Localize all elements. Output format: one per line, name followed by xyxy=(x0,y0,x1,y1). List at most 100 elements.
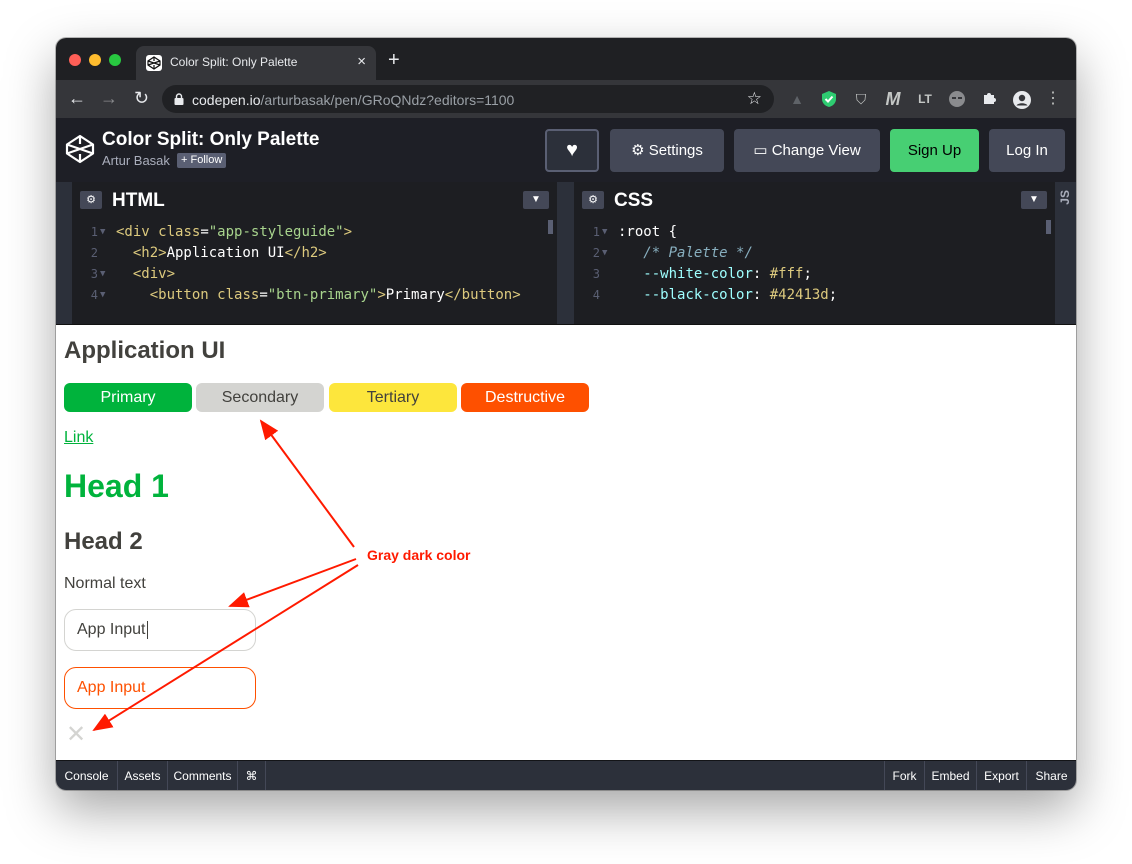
line-number: 1 xyxy=(90,225,98,239)
lock-icon xyxy=(174,92,184,105)
code-tag: </button> xyxy=(444,287,521,303)
codepen-footer: Console Assets Comments ⌘ Fork Embed Exp… xyxy=(56,760,1076,790)
code-tag: <div> xyxy=(132,266,176,282)
js-editor-title: JS xyxy=(1058,190,1072,205)
code-colon: : xyxy=(752,266,770,282)
codepen-header: Color Split: Only Palette Artur Basak + … xyxy=(56,118,1076,182)
extension-triangle-icon[interactable]: ▲ xyxy=(788,90,806,108)
code-selector: :root { xyxy=(618,224,678,240)
close-icon[interactable]: ✕ xyxy=(66,723,86,747)
assets-button[interactable]: Assets xyxy=(118,761,168,790)
maximize-window-button[interactable] xyxy=(109,54,121,66)
html-collapse-chevron-icon[interactable]: ▼ xyxy=(523,191,549,209)
code-attr: class xyxy=(158,224,201,240)
signup-button[interactable]: Sign Up xyxy=(890,129,979,172)
close-window-button[interactable] xyxy=(69,54,81,66)
embed-button[interactable]: Embed xyxy=(924,761,976,790)
follow-button[interactable]: + Follow xyxy=(177,153,227,168)
change-view-button[interactable]: ▭ Change View xyxy=(734,129,880,172)
layout-icon: ▭ xyxy=(753,142,768,159)
heart-button[interactable]: ♥ xyxy=(545,129,599,172)
reload-icon[interactable]: ↻ xyxy=(134,88,149,108)
extension-shield-icon[interactable] xyxy=(820,90,838,108)
extension-text-icon[interactable]: LT xyxy=(916,90,934,108)
extensions-puzzle-icon[interactable] xyxy=(980,90,998,108)
app-input-error-field[interactable]: App Input xyxy=(64,667,256,709)
extension-badge-icon[interactable]: ⛉ xyxy=(852,90,870,108)
tertiary-button[interactable]: Tertiary xyxy=(329,383,457,412)
css-collapse-chevron-icon[interactable]: ▼ xyxy=(1021,191,1047,209)
change-view-label: Change View xyxy=(771,142,861,159)
profile-avatar-icon[interactable] xyxy=(1012,90,1031,109)
code-string: "app-styleguide" xyxy=(208,224,344,240)
code-colon: : xyxy=(752,287,770,303)
editor-divider[interactable] xyxy=(557,182,574,324)
preview-link[interactable]: Link xyxy=(64,429,93,447)
forward-arrow-icon[interactable]: → xyxy=(100,88,118,108)
code-text: <div> xyxy=(116,264,175,285)
code-semicolon: ; xyxy=(803,266,812,282)
code-line: 1 ▼ <div class="app-styleguide"> xyxy=(72,222,557,243)
primary-button[interactable]: Primary xyxy=(64,383,192,412)
fold-arrow-icon: ▼ xyxy=(602,248,608,258)
code-text: <div class="app-styleguide"> xyxy=(116,222,352,243)
preview-heading: Application UI xyxy=(64,337,226,364)
minimize-window-button[interactable] xyxy=(89,54,101,66)
app-input-field[interactable]: App Input xyxy=(64,609,256,651)
css-code[interactable]: 1 ▼:root {2 ▼ /* Palette */3 --white-color… xyxy=(574,222,1055,306)
preview-head-1: Head 1 xyxy=(64,468,169,504)
code-tag: > xyxy=(377,287,386,303)
codepen-logo-icon[interactable] xyxy=(64,133,96,165)
html-code[interactable]: 1 ▼ <div class="app-styleguide"> 2 <h2>Appl… xyxy=(72,222,557,306)
code-eq: = xyxy=(259,287,268,303)
settings-label: Settings xyxy=(648,142,703,159)
code-property: --white-color xyxy=(643,266,753,282)
secondary-button[interactable]: Secondary xyxy=(196,383,324,412)
code-text: <button class="btn-primary">Primary</but… xyxy=(116,285,521,306)
css-editor-title: CSS xyxy=(614,190,654,211)
fork-button[interactable]: Fork xyxy=(884,761,924,790)
css-editor[interactable]: ⚙ CSS ▼ 1 ▼:root {2 ▼ /* Palette */3 --whi… xyxy=(574,182,1055,324)
code-line: 3 --white-color: #fff; xyxy=(574,264,1055,285)
line-number: 3 xyxy=(592,267,600,281)
tab-title: Color Split: Only Palette xyxy=(170,55,298,69)
code-tag: </h2> xyxy=(284,245,327,261)
new-tab-button[interactable]: + xyxy=(388,50,400,70)
code-line: 4 --black-color: #42413d; xyxy=(574,285,1055,306)
login-button[interactable]: Log In xyxy=(989,129,1065,172)
app-input-value: App Input xyxy=(77,621,146,638)
browser-tab[interactable]: Color Split: Only Palette × xyxy=(136,46,376,80)
bookmark-star-icon[interactable]: ☆ xyxy=(747,89,762,109)
code-semicolon: ; xyxy=(828,287,838,303)
preview-head-2: Head 2 xyxy=(64,528,143,555)
code-text: /* Palette */ xyxy=(618,243,753,264)
html-settings-gear-icon[interactable]: ⚙ xyxy=(80,191,102,209)
pen-author[interactable]: Artur Basak xyxy=(102,153,170,168)
line-number: 4 xyxy=(90,288,98,302)
arrow-to-secondary-button xyxy=(259,419,355,548)
extension-m-icon[interactable]: M xyxy=(884,90,902,108)
browser-window: Color Split: Only Palette × + ← → ↻ code… xyxy=(56,38,1076,790)
extension-face-icon[interactable] xyxy=(948,90,966,108)
console-button[interactable]: Console xyxy=(56,761,118,790)
settings-button[interactable]: ⚙ Settings xyxy=(610,129,724,172)
js-editor-collapsed[interactable]: JS xyxy=(1055,182,1076,324)
browser-menu-icon[interactable]: ⋮ xyxy=(1044,90,1062,108)
preview-normal-text: Normal text xyxy=(64,575,146,592)
back-arrow-icon[interactable]: ← xyxy=(68,88,86,108)
line-number: 3 xyxy=(90,267,98,281)
code-content: Application UI xyxy=(166,245,285,261)
code-content: Primary xyxy=(385,287,445,303)
keyboard-shortcuts-icon[interactable]: ⌘ xyxy=(238,761,266,790)
destructive-button[interactable]: Destructive xyxy=(461,383,589,412)
export-button[interactable]: Export xyxy=(976,761,1026,790)
tab-close-icon[interactable]: × xyxy=(357,53,366,70)
url-host: codepen.io xyxy=(192,92,261,108)
html-editor[interactable]: ⚙ HTML ▼ 1 ▼ <div class="app-styleguide"> 2… xyxy=(72,182,557,324)
comments-button[interactable]: Comments xyxy=(168,761,238,790)
address-bar[interactable]: codepen.io/arturbasak/pen/GRoQNdz?editor… xyxy=(162,85,774,113)
share-button[interactable]: Share xyxy=(1026,761,1076,790)
css-settings-gear-icon[interactable]: ⚙ xyxy=(582,191,604,209)
